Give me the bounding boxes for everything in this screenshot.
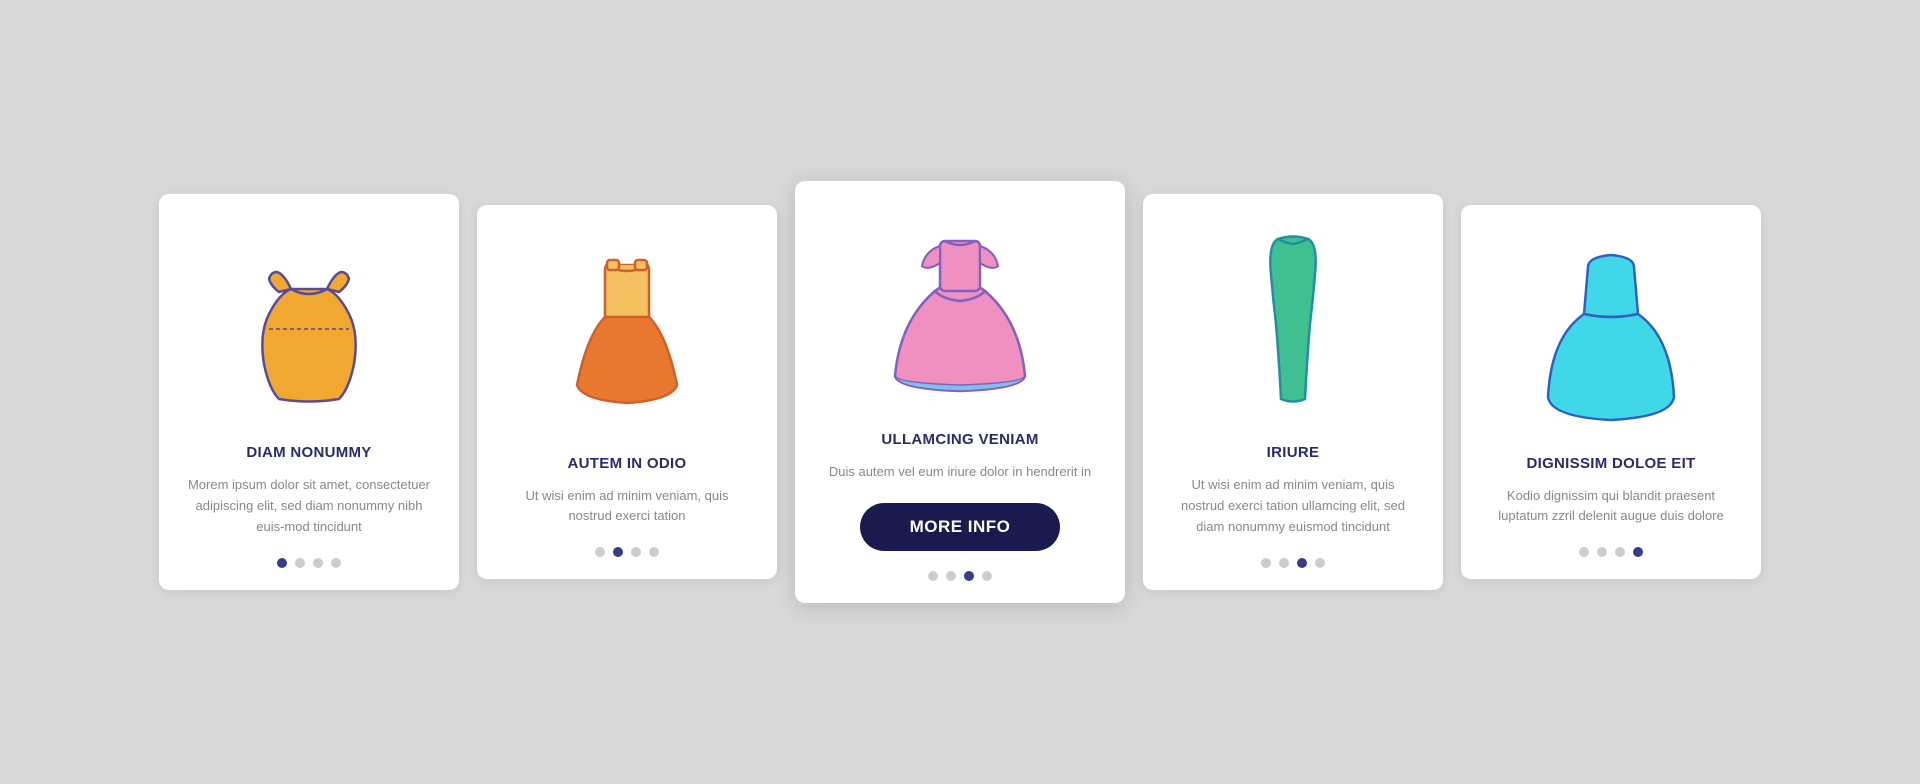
dot bbox=[1579, 547, 1589, 557]
dress-ballgown-icon bbox=[1546, 242, 1676, 427]
card-3-title: ULLAMCING VENIAM bbox=[881, 431, 1038, 448]
card-1-text: Morem ipsum dolor sit amet, consectetuer… bbox=[187, 475, 431, 537]
dot bbox=[982, 571, 992, 581]
card-1-icon-area bbox=[249, 224, 369, 424]
dot bbox=[649, 547, 659, 557]
card-3-text: Duis autem vel eum iriure dolor in hendr… bbox=[829, 462, 1091, 483]
dot-active bbox=[964, 571, 974, 581]
dot bbox=[631, 547, 641, 557]
card-4-dots bbox=[1261, 558, 1325, 568]
card-4-icon-area bbox=[1243, 224, 1343, 424]
card-5-dots bbox=[1579, 547, 1643, 557]
cards-container: DIAM NONUMMY Morem ipsum dolor sit amet,… bbox=[99, 141, 1821, 643]
more-info-button[interactable]: MORE INFO bbox=[860, 503, 1061, 551]
card-2-title: AUTEM IN ODIO bbox=[568, 455, 687, 472]
card-1: DIAM NONUMMY Morem ipsum dolor sit amet,… bbox=[159, 194, 459, 589]
dot bbox=[313, 558, 323, 568]
card-3-icon-area bbox=[890, 211, 1030, 411]
dot bbox=[946, 571, 956, 581]
card-2-icon-area bbox=[567, 235, 687, 435]
card-4: IRIURE Ut wisi enim ad minim veniam, qui… bbox=[1143, 194, 1443, 589]
dot bbox=[1279, 558, 1289, 568]
dot bbox=[1597, 547, 1607, 557]
dot-active bbox=[277, 558, 287, 568]
card-5: DIGNISSIM DOLOE EIT Kodio dignissim qui … bbox=[1461, 205, 1761, 580]
dress-ruffled-icon bbox=[249, 234, 369, 414]
dress-princess-icon bbox=[890, 211, 1030, 411]
card-2-dots bbox=[595, 547, 659, 557]
dot bbox=[928, 571, 938, 581]
card-4-title: IRIURE bbox=[1267, 444, 1320, 461]
dot-active bbox=[1297, 558, 1307, 568]
card-5-icon-area bbox=[1546, 235, 1676, 435]
dot bbox=[331, 558, 341, 568]
dot-active bbox=[613, 547, 623, 557]
dot bbox=[1615, 547, 1625, 557]
dress-bodycon-icon bbox=[1243, 229, 1343, 419]
dot bbox=[595, 547, 605, 557]
dot bbox=[295, 558, 305, 568]
dot bbox=[1261, 558, 1271, 568]
card-3: ULLAMCING VENIAM Duis autem vel eum iriu… bbox=[795, 181, 1125, 603]
card-1-dots bbox=[277, 558, 341, 568]
dress-aline-icon bbox=[567, 245, 687, 425]
card-4-text: Ut wisi enim ad minim veniam, quis nostr… bbox=[1171, 475, 1415, 537]
dot bbox=[1315, 558, 1325, 568]
dot-active bbox=[1633, 547, 1643, 557]
card-2-text: Ut wisi enim ad minim veniam, quis nostr… bbox=[505, 486, 749, 528]
card-2: AUTEM IN ODIO Ut wisi enim ad minim veni… bbox=[477, 205, 777, 580]
card-5-text: Kodio dignissim qui blandit praesent lup… bbox=[1489, 486, 1733, 528]
card-1-title: DIAM NONUMMY bbox=[246, 444, 371, 461]
card-5-title: DIGNISSIM DOLOE EIT bbox=[1526, 455, 1695, 472]
card-3-dots bbox=[928, 571, 992, 581]
